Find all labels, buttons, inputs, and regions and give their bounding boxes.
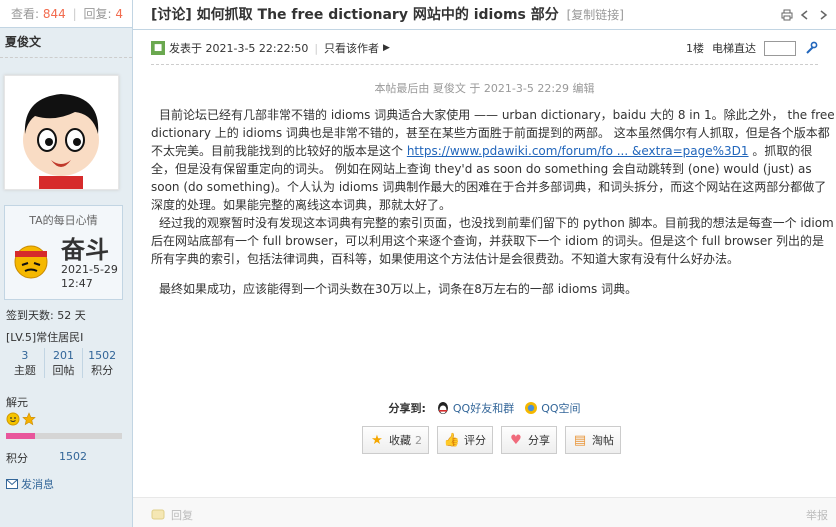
only-author-link[interactable]: 只看该作者 — [324, 40, 379, 56]
posted-time: 发表于 2021-3-5 22:22:50 — [169, 42, 309, 55]
mood-date: 2021-5-29 — [61, 263, 118, 276]
stat-value: 1502 — [88, 349, 117, 362]
copy-link-button[interactable]: [复制链接] — [567, 8, 624, 22]
points-label: 积分 — [6, 452, 28, 465]
envelope-icon — [6, 479, 18, 489]
floor-tools: 1楼 电梯直达 — [686, 40, 818, 56]
favorite-label: 收藏 — [389, 434, 411, 447]
reply-label: 回复 — [171, 509, 193, 522]
edited-notice: 本帖最后由 夏俊文 于 2021-3-5 22:29 编辑 — [374, 82, 595, 95]
mood-title: TA的每日心情 — [29, 214, 98, 227]
fighting-face-icon — [14, 245, 48, 279]
sea-label: 淘帖 — [592, 434, 614, 447]
online-status-icon: ■ — [151, 41, 165, 55]
stat-label: 积分 — [91, 364, 114, 377]
points-row: 积分 1502 — [6, 450, 87, 466]
stat-threads[interactable]: 3 主题 — [6, 348, 44, 378]
reply-button[interactable]: 回复 — [151, 507, 193, 523]
avatar[interactable] — [4, 75, 119, 190]
points-value: 1502 — [59, 450, 87, 463]
print-icon[interactable] — [780, 8, 794, 22]
heart-icon: ♥ — [510, 432, 522, 448]
thumbs-up-icon: 👍 — [443, 432, 461, 448]
sea-button[interactable]: ▤ 淘帖 — [565, 426, 621, 454]
stat-value: 3 — [21, 349, 29, 362]
level-progress-fill — [6, 433, 35, 439]
share-button[interactable]: ♥ 分享 — [501, 426, 557, 454]
views-label: 查看: — [11, 7, 40, 21]
author-name[interactable]: 夏俊文 — [0, 28, 132, 58]
share-row: 分享到: QQ好友和群 QQ空间 — [133, 400, 836, 416]
favorite-count: 2 — [415, 433, 422, 447]
post-content: 目前论坛已经有几部非常不错的 idioms 词典适合大家使用 —— urban … — [151, 106, 835, 298]
share-qq-friends[interactable]: QQ好友和群 — [436, 400, 514, 416]
rate-label: 评分 — [464, 434, 486, 447]
reply-icon — [151, 509, 165, 520]
stat-points[interactable]: 1502 积分 — [82, 348, 121, 378]
share-label-btn: 分享 — [528, 434, 550, 447]
stat-label: 回帖 — [52, 364, 75, 377]
share-label: 分享到: — [388, 402, 426, 415]
smile-medal-icon[interactable] — [6, 412, 20, 426]
report-link[interactable]: 举报 — [806, 507, 828, 523]
share-qq-zone-label: QQ空间 — [541, 402, 581, 415]
rate-button[interactable]: 👍 评分 — [437, 426, 493, 454]
send-message-label: 发消息 — [21, 478, 54, 491]
mood-time: 12:47 — [61, 277, 93, 290]
mood-word: 奋斗 — [61, 236, 109, 264]
medals — [6, 412, 36, 426]
author-stats: 3 主题 201 回帖 1502 积分 — [6, 347, 121, 378]
star-icon: ★ — [371, 432, 383, 448]
next-thread-icon[interactable] — [816, 8, 830, 22]
daily-mood-box: TA的每日心情 奋斗 2021-5-29 12:47 — [4, 205, 123, 300]
qq-zone-icon — [525, 402, 538, 414]
meta-separator: | — [314, 41, 319, 55]
goto-floor-label: 电梯直达 — [712, 42, 756, 55]
share-qq-zone[interactable]: QQ空间 — [524, 400, 581, 416]
paragraph-3: 最终如果成功，应该能得到一个词头数在30万以上，词条在8万左右的一部 idiom… — [159, 282, 638, 296]
share-qq-friends-label: QQ好友和群 — [452, 402, 515, 415]
user-level[interactable]: [LV.5]常住居民I — [6, 329, 83, 345]
post-footer: 回复 举报 — [133, 497, 836, 527]
medals-label: 解元 — [6, 396, 28, 409]
paragraph-1: 目前论坛已经有几部非常不错的 idioms 词典适合大家使用 —— urban … — [151, 106, 835, 214]
paper-bag-icon: ▤ — [573, 432, 587, 448]
views-count: 844 — [42, 7, 66, 21]
previous-thread-icon[interactable] — [798, 8, 812, 22]
replies-count: 4 — [115, 7, 123, 21]
level-progress-bar — [6, 433, 122, 439]
stat-value: 201 — [53, 349, 74, 362]
mood-datetime: 2021-5-29 12:47 — [61, 263, 118, 291]
avatar-cartoon-icon — [23, 94, 99, 189]
post-main: [讨论] 如何抓取 The free dictionary 网站中的 idiom… — [133, 0, 836, 527]
stat-label: 主题 — [13, 364, 36, 377]
send-message-link[interactable]: 发消息 — [6, 476, 54, 492]
replies-label: 回复: — [83, 7, 112, 21]
stats-separator: | — [72, 7, 77, 21]
thread-title-bar: [讨论] 如何抓取 The free dictionary 网站中的 idiom… — [133, 0, 836, 30]
caret-right-icon: ▶ — [383, 43, 390, 53]
thread-stats: 查看: 844 | 回复: 4 — [0, 0, 132, 28]
wrench-icon[interactable] — [804, 41, 818, 55]
meta-divider — [151, 64, 818, 65]
goto-floor-input[interactable] — [764, 40, 796, 56]
author-sidebar: 查看: 844 | 回复: 4 夏俊文 TA的每日心情 奋斗 2021-5-29… — [0, 0, 133, 527]
pdawiki-link[interactable]: https://www.pdawiki.com/forum/fo ... &ex… — [407, 144, 749, 158]
favorite-button[interactable]: ★ 收藏 2 — [362, 426, 429, 454]
checkin-days: 签到天数: 52 天 — [6, 309, 86, 322]
stat-posts[interactable]: 201 回帖 — [43, 348, 83, 378]
paragraph-2: 经过我的观察暂时没有发现这本词典有完整的索引页面，也没找到前辈们留下的 pyth… — [151, 216, 834, 266]
title-tools — [780, 0, 830, 30]
qq-penguin-icon — [437, 402, 448, 414]
post-meta: ■ 发表于 2021-3-5 22:22:50 | 只看该作者 ▶ 1楼 电梯直… — [151, 40, 818, 56]
thread-title: [讨论] 如何抓取 The free dictionary 网站中的 idiom… — [151, 7, 559, 23]
floor-number[interactable]: 1楼 — [686, 40, 704, 56]
star-medal-icon[interactable] — [22, 412, 36, 426]
post-actions: ★ 收藏 2 👍 评分 ♥ 分享 ▤ 淘帖 — [362, 426, 621, 454]
